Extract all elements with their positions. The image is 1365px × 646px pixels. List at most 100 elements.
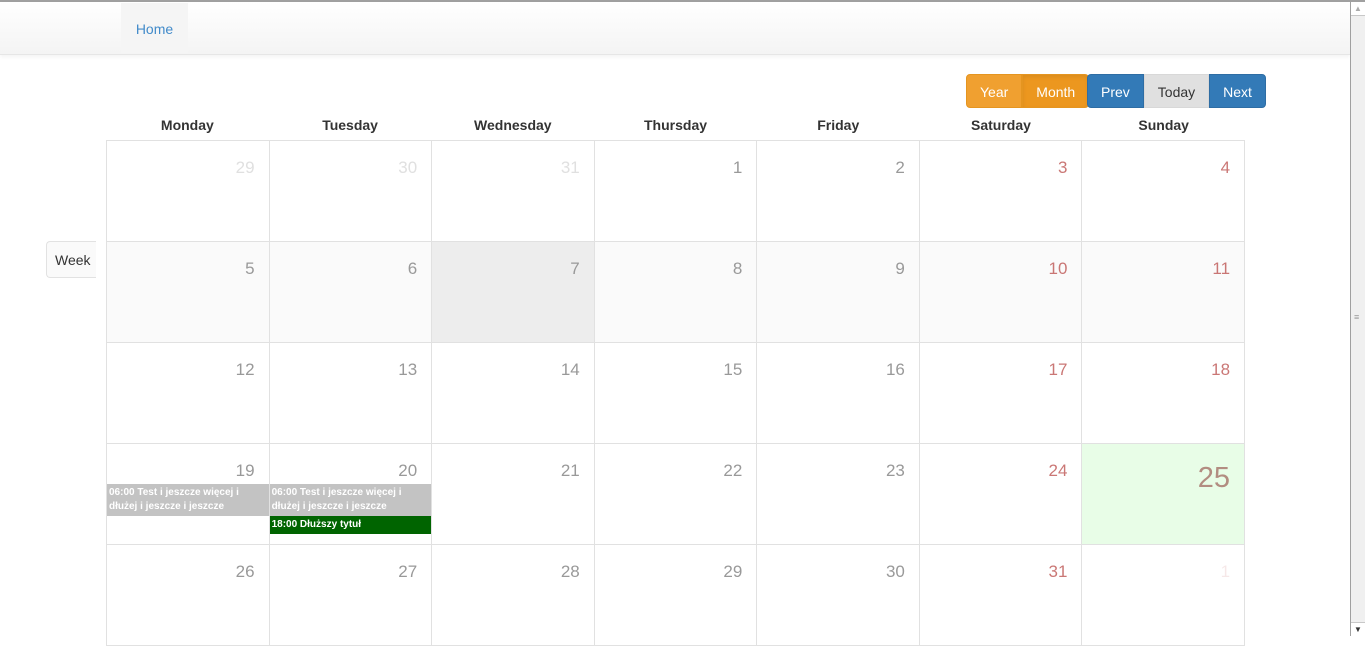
day-cell[interactable]: 18: [1082, 343, 1246, 444]
day-cell[interactable]: 2: [757, 141, 920, 242]
day-number[interactable]: 1: [733, 158, 742, 178]
weekday-label: Wednesday: [474, 117, 552, 133]
day-cell[interactable]: 8: [594, 242, 758, 343]
day-cell[interactable]: 13: [269, 343, 433, 444]
day-number[interactable]: 24: [1049, 461, 1068, 481]
scroll-grip-icon: ≡: [1354, 312, 1360, 322]
day-number[interactable]: 28: [561, 562, 580, 582]
day-number[interactable]: 31: [561, 158, 580, 178]
day-cell[interactable]: 29: [594, 545, 758, 646]
day-cell[interactable]: 16: [757, 343, 920, 444]
week-row[interactable]: 29 30 31 1 2 3 4: [107, 141, 1246, 242]
today-button[interactable]: Today: [1143, 74, 1210, 108]
day-cell[interactable]: 29: [107, 141, 270, 242]
day-number[interactable]: 13: [398, 360, 417, 380]
day-number[interactable]: 16: [886, 360, 905, 380]
day-cell[interactable]: 12: [107, 343, 270, 444]
day-number[interactable]: 14: [561, 360, 580, 380]
view-toggle-group: Year Month: [966, 74, 1090, 108]
day-number[interactable]: 30: [886, 562, 905, 582]
day-number[interactable]: 15: [723, 360, 742, 380]
day-number[interactable]: 17: [1049, 360, 1068, 380]
day-number[interactable]: 19: [236, 461, 255, 481]
day-number[interactable]: 25: [1198, 462, 1230, 495]
day-number[interactable]: 8: [733, 259, 742, 279]
day-number[interactable]: 4: [1221, 158, 1230, 178]
day-number[interactable]: 29: [723, 562, 742, 582]
day-cell[interactable]: 30: [269, 141, 433, 242]
weekday-header: Monday Tuesday Wednesday Thursday Friday Satu…: [106, 112, 1245, 140]
next-button[interactable]: Next: [1209, 74, 1266, 108]
day-cell[interactable]: 17: [919, 343, 1083, 444]
day-number[interactable]: 29: [236, 158, 255, 178]
day-number[interactable]: 11: [1212, 259, 1230, 279]
weekday-label: Friday: [817, 117, 860, 133]
day-cell[interactable]: 3: [919, 141, 1083, 242]
day-number[interactable]: 10: [1049, 259, 1068, 279]
day-number[interactable]: 1: [1221, 562, 1230, 582]
day-number[interactable]: 30: [398, 158, 417, 178]
calendar-event[interactable]: 06:00 Test i jeszcze więcej i dłużej i j…: [269, 484, 432, 516]
week-row[interactable]: 19 06:00 Test i jeszcze więcej i dłużej i…: [107, 444, 1246, 545]
day-cell[interactable]: 9: [757, 242, 920, 343]
scroll-down-arrow-icon[interactable]: ▼: [1351, 622, 1365, 636]
weekday-label: Saturday: [970, 117, 1031, 133]
day-cell[interactable]: 4: [1082, 141, 1246, 242]
day-cell[interactable]: 1: [594, 141, 758, 242]
day-number[interactable]: 21: [561, 461, 580, 481]
day-cell[interactable]: 27: [269, 545, 433, 646]
month-view-button[interactable]: Month: [1022, 74, 1090, 108]
day-cell[interactable]: 14: [432, 343, 595, 444]
day-number[interactable]: 5: [245, 259, 254, 279]
day-cell[interactable]: 23: [757, 444, 920, 545]
day-number[interactable]: 18: [1211, 360, 1230, 380]
day-number[interactable]: 9: [895, 259, 904, 279]
day-cell[interactable]: 20 06:00 Test i jeszcze więcej i dłużej i…: [269, 444, 433, 545]
day-cell[interactable]: 11: [1082, 242, 1246, 343]
day-cell[interactable]: 26: [107, 545, 270, 646]
day-number[interactable]: 26: [236, 562, 255, 582]
weekday-label: Tuesday: [322, 117, 378, 133]
day-cell[interactable]: 22: [594, 444, 758, 545]
calendar-event[interactable]: 18:00 Dłuższy tytuł: [269, 516, 432, 534]
day-number[interactable]: 7: [570, 259, 579, 279]
year-view-button[interactable]: Year: [966, 74, 1023, 108]
calendar-grid: 29 30 31 1 2 3 4 5 6 7 8 9 10 11 12 13 14 15 16 17 18 19 06:00…: [106, 140, 1246, 646]
day-cell[interactable]: 1: [1082, 545, 1246, 646]
weekday-label: Thursday: [644, 117, 708, 133]
day-cell[interactable]: 6: [269, 242, 433, 343]
day-number[interactable]: 22: [723, 461, 742, 481]
week-row[interactable]: 12 13 14 15 16 17 18: [107, 343, 1246, 444]
day-number[interactable]: 31: [1049, 562, 1068, 582]
day-cell[interactable]: 21: [432, 444, 595, 545]
scroll-up-arrow-icon[interactable]: ▲: [1351, 2, 1365, 16]
prev-button[interactable]: Prev: [1087, 74, 1144, 108]
vertical-scrollbar[interactable]: ▲ ≡ ▼: [1350, 2, 1365, 636]
day-number[interactable]: 20: [398, 461, 417, 481]
day-number[interactable]: 12: [236, 360, 255, 380]
navigation-group: Prev Today Next: [1087, 74, 1266, 108]
day-cell[interactable]: 24: [919, 444, 1083, 545]
day-cell[interactable]: 31: [432, 141, 595, 242]
navbar: Home: [0, 2, 1350, 55]
calendar-event[interactable]: 06:00 Test i jeszcze więcej i dłużej i j…: [107, 484, 269, 516]
day-cell[interactable]: 31: [919, 545, 1083, 646]
day-cell[interactable]: 30: [757, 545, 920, 646]
day-cell[interactable]: 19 06:00 Test i jeszcze więcej i dłużej i…: [107, 444, 270, 545]
day-cell[interactable]: 28: [432, 545, 595, 646]
week-row[interactable]: 26 27 28 29 30 31 1: [107, 545, 1246, 646]
day-number[interactable]: 3: [1058, 158, 1067, 178]
day-number[interactable]: 2: [895, 158, 904, 178]
day-cell[interactable]: 15: [594, 343, 758, 444]
nav-home-link[interactable]: Home: [121, 3, 188, 53]
weekday-label: Monday: [160, 117, 214, 133]
week-view-button[interactable]: Week: [46, 241, 96, 278]
day-number[interactable]: 23: [886, 461, 905, 481]
day-number[interactable]: 27: [398, 562, 417, 582]
day-cell[interactable]: 10: [919, 242, 1083, 343]
day-number[interactable]: 6: [408, 259, 417, 279]
day-cell[interactable]: 5: [107, 242, 270, 343]
week-row[interactable]: 5 6 7 8 9 10 11: [107, 242, 1246, 343]
day-cell-today[interactable]: 25: [1082, 444, 1246, 545]
day-cell[interactable]: 7: [432, 242, 595, 343]
